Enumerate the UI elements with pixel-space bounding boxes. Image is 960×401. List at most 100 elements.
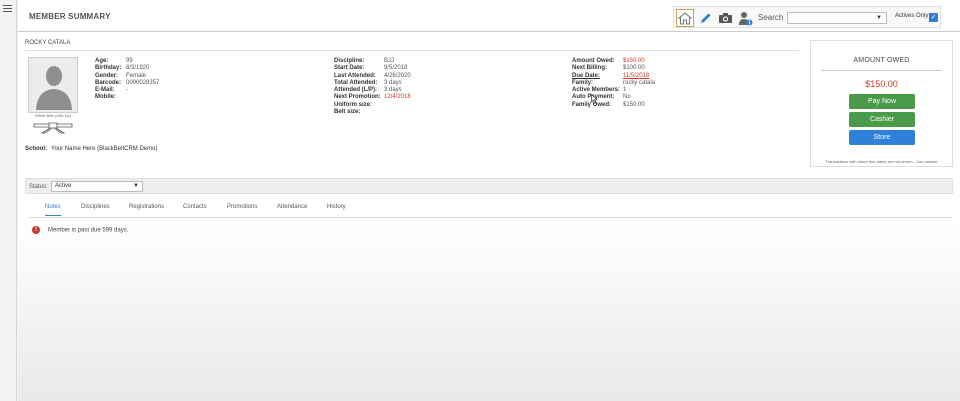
store-button[interactable]: Store — [849, 130, 915, 145]
detail-label: Birthday: — [95, 65, 122, 72]
detail-label: Uniform size: — [334, 101, 373, 108]
chevron-down-icon: ▼ — [133, 183, 139, 189]
detail-label: Barcode: — [95, 79, 122, 86]
detail-row: Due Date: 11/5/2018 — [572, 73, 655, 80]
tab-contacts[interactable]: Contacts — [183, 204, 207, 215]
member-tabs: Notes Disciplines Registrations Contacts… — [28, 201, 953, 218]
pay-now-button[interactable]: Pay Now — [849, 94, 915, 109]
detail-value: $150.00 — [623, 101, 645, 108]
pencil-icon[interactable] — [696, 9, 714, 27]
home-icon[interactable] — [676, 9, 694, 27]
detail-value: 3 days — [384, 79, 402, 86]
amount-owed-value: $150.00 — [623, 58, 645, 64]
detail-row: Auto Payment: No — [572, 94, 655, 101]
page-header: MEMBER SUMMARY Search ▼ Actives Only: ✓ — [18, 0, 960, 32]
detail-label: Amount Owed: — [572, 58, 615, 64]
chevron-down-icon: ▼ — [876, 15, 882, 21]
member-name: ROCKY CATALA — [25, 40, 71, 46]
due-date-value: 11/5/2018 — [623, 72, 650, 79]
amount-owed-panel: AMOUNT OWED $150.00 Pay Now Cashier Stor… — [810, 40, 953, 167]
tab-registrations[interactable]: Registrations — [129, 204, 164, 215]
detail-row: Next Promotion: 12/4/2018 — [334, 94, 411, 101]
detail-row: Start Date: 9/5/2018 — [334, 65, 411, 72]
detail-row: Next Billing: $100.00 — [572, 65, 655, 72]
detail-row: Attended (L/P): 3 days — [334, 87, 411, 94]
past-due-alert: ! Member is past due 599 days. — [32, 226, 128, 234]
detail-label: Belt size: — [334, 109, 361, 116]
detail-label: Mobile: — [95, 94, 116, 101]
detail-value: 99 — [126, 58, 133, 64]
camera-icon[interactable] — [716, 9, 734, 27]
detail-value: No — [623, 94, 631, 101]
detail-row: Gender: Female — [95, 73, 159, 80]
actives-only-label: Actives Only: — [895, 13, 931, 19]
detail-label: Last Attended: — [334, 72, 376, 79]
tab-history[interactable]: History — [327, 204, 346, 215]
transactions-note: Transactions with future due dates are n… — [825, 159, 938, 164]
tab-attendance[interactable]: Attendance — [277, 204, 307, 215]
detail-row: Belt size: — [334, 109, 411, 116]
status-value: Active — [55, 183, 72, 189]
detail-value: $100.00 — [623, 65, 645, 72]
tab-disciplines[interactable]: Disciplines — [81, 204, 110, 215]
divider — [25, 50, 799, 51]
next-promotion-value: 12/4/2018 — [384, 94, 411, 101]
detail-row: Age: 99 — [95, 58, 159, 65]
detail-label: Discipline: — [334, 58, 365, 64]
cashier-button[interactable]: Cashier — [849, 112, 915, 127]
detail-row: Family: rocky catala — [572, 80, 655, 87]
alert-text: Member is past due 599 days. — [48, 227, 129, 234]
detail-value: Female — [126, 72, 147, 79]
member-details-col1: Age: 99 Birthday: 8/3/1920 Gender: Female B… — [95, 58, 159, 102]
background-fade — [18, 220, 960, 401]
detail-label: Gender: — [95, 72, 119, 79]
member-details-col3: Amount Owed: $150.00 Next Billing: $100.00… — [572, 58, 655, 109]
alert-icon: ! — [32, 226, 40, 234]
detail-label: Next Billing: — [572, 65, 608, 72]
detail-row: Uniform size: — [334, 102, 411, 109]
detail-label: Family: — [572, 79, 594, 86]
detail-row: Total Attended: 3 days — [334, 80, 411, 87]
mouse-cursor-icon — [591, 94, 598, 104]
detail-value: 1 — [623, 87, 627, 94]
divider — [821, 70, 942, 71]
detail-value: - — [126, 87, 128, 94]
detail-row: Barcode: 0000028357 — [95, 80, 159, 87]
left-sidebar — [0, 0, 17, 401]
status-filter-bar: Status: Active ▼ — [25, 178, 953, 194]
detail-row: Birthday: 8/3/1920 — [95, 65, 159, 72]
search-label: Search — [758, 13, 784, 22]
school-value: Your Name Here (BlackBeltCRM Demo) — [51, 146, 158, 152]
member-details-col2: Discipline: BJJ Start Date: 9/5/2018 Last … — [334, 58, 411, 116]
member-info-icon[interactable] — [736, 9, 754, 27]
page-title: MEMBER SUMMARY — [29, 12, 111, 21]
detail-value: 8/3/1920 — [126, 65, 150, 72]
detail-label: Total Attended: — [334, 79, 378, 86]
main-content: MEMBER SUMMARY Search ▼ Actives Only: ✓ … — [18, 0, 960, 401]
member-toolbar: Search ▼ Actives Only: ✓ — [673, 6, 941, 28]
detail-label: Next Promotion: — [334, 94, 381, 101]
detail-label: Attended (L/P): — [334, 87, 377, 94]
amount-owed-total: $150.00 — [865, 79, 898, 89]
status-select[interactable]: Active ▼ — [51, 181, 143, 192]
detail-label: Age: — [95, 58, 109, 64]
tab-notes[interactable]: Notes — [45, 204, 61, 216]
detail-row: Amount Owed: $150.00 — [572, 58, 655, 65]
detail-value: 4/26/2020 — [384, 72, 411, 79]
detail-value: rocky catala — [623, 79, 656, 86]
search-select[interactable]: ▼ — [787, 12, 887, 24]
school-label: School: — [25, 146, 47, 152]
hamburger-menu-icon[interactable] — [3, 5, 12, 13]
tab-promotions[interactable]: Promotions — [227, 204, 257, 215]
actives-only-checkbox[interactable]: ✓ — [929, 13, 938, 22]
amount-owed-title: AMOUNT OWED — [853, 57, 910, 64]
detail-value: BJJ — [384, 58, 395, 64]
detail-row: Active Members: 1 — [572, 87, 655, 94]
detail-row: Discipline: BJJ — [334, 58, 411, 65]
detail-value: 9/5/2018 — [384, 65, 408, 72]
detail-label: Due Date: — [572, 72, 601, 79]
member-photo[interactable] — [28, 57, 78, 113]
detail-row: E-Mail: - — [95, 87, 159, 94]
detail-row: Last Attended: 4/26/2020 — [334, 73, 411, 80]
detail-value: 3 days — [384, 87, 402, 94]
